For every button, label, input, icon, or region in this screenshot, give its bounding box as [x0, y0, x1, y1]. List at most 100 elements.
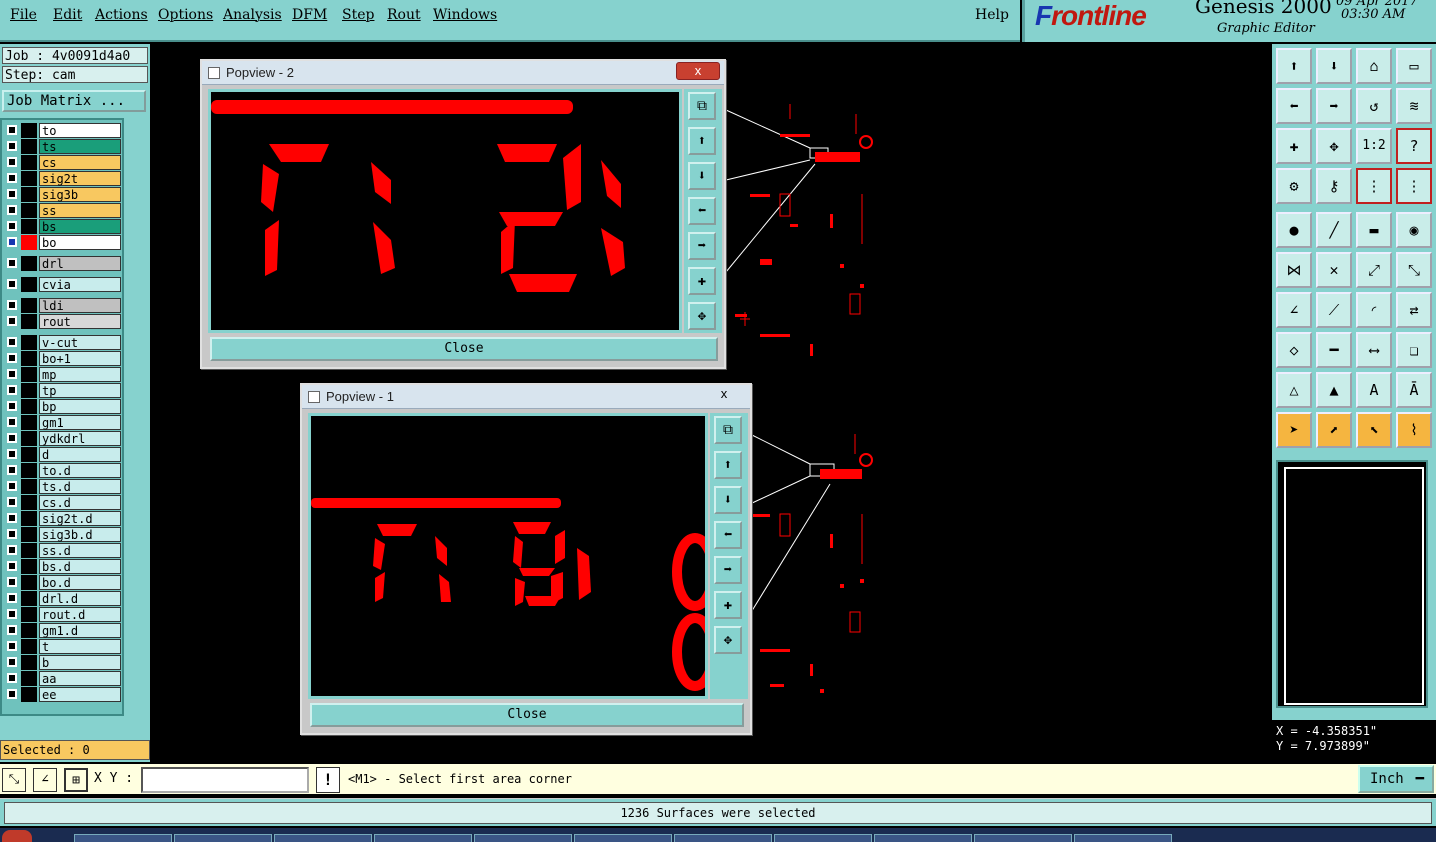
layer-row[interactable]: sig3b.d [5, 527, 121, 542]
layer-color-swatch[interactable] [21, 559, 37, 574]
layer-checkbox[interactable] [7, 465, 17, 475]
layer-color-swatch[interactable] [21, 171, 37, 186]
layer-row[interactable]: ldi [5, 298, 121, 313]
pointer-select-icon[interactable]: ⬈ [1316, 412, 1352, 448]
menu-dfm[interactable]: DFM [292, 7, 327, 23]
layer-color-swatch[interactable] [21, 623, 37, 638]
layer-color-swatch[interactable] [21, 591, 37, 606]
move-pad-icon[interactable]: ⤡ [1396, 252, 1432, 288]
graphic-canvas[interactable]: Popview - 2 x ⧉ ⬆ ⬇ ⬅ ➡ ✚ ✥ Close Popvie… [150, 44, 1272, 762]
layer-color-swatch[interactable] [21, 187, 37, 202]
layer-row[interactable]: mp [5, 367, 121, 382]
popview-1-close-button[interactable]: Close [310, 703, 744, 727]
redraw-icon[interactable]: ≋ [1396, 88, 1432, 124]
zoom-out-icon[interactable]: ✥ [714, 626, 742, 654]
layer-row[interactable]: to [5, 123, 121, 138]
layer-checkbox[interactable] [7, 673, 17, 683]
layer-checkbox[interactable] [7, 497, 17, 507]
pointer-icon[interactable]: ➤ [1276, 412, 1312, 448]
dimension-icon[interactable]: ⟷ [1356, 332, 1392, 368]
zoom-window-icon[interactable]: ⧉ [688, 92, 716, 120]
popview-2-screen[interactable] [208, 89, 682, 333]
layer-checkbox[interactable] [7, 157, 17, 167]
layer-color-swatch[interactable] [21, 351, 37, 366]
layer-checkbox[interactable] [7, 205, 17, 215]
mirror-icon[interactable]: ⇄ [1396, 292, 1432, 328]
popview-1-x-button[interactable]: x [702, 386, 746, 404]
text-a-icon[interactable]: A [1356, 372, 1392, 408]
taskbar-item[interactable] [1074, 834, 1172, 842]
layer-name[interactable]: cs.d [39, 495, 121, 510]
pan-left-icon[interactable]: ⬅ [714, 521, 742, 549]
layer-checkbox[interactable] [7, 385, 17, 395]
layer-checkbox[interactable] [7, 609, 17, 619]
layer-color-swatch[interactable] [21, 415, 37, 430]
taskbar-item[interactable] [874, 834, 972, 842]
layer-row[interactable]: gm1.d [5, 623, 121, 638]
slant-line-icon[interactable]: ⟋ [1316, 292, 1352, 328]
zoom-back-icon[interactable]: ↺ [1356, 88, 1392, 124]
layer-row[interactable]: cvia [5, 277, 121, 292]
layer-checkbox[interactable] [7, 689, 17, 699]
menu-help[interactable]: Help [975, 7, 1009, 23]
copy-icon[interactable]: ❏ [1396, 332, 1432, 368]
layer-name[interactable]: drl.d [39, 591, 121, 606]
layer-color-swatch[interactable] [21, 335, 37, 350]
measure-icon[interactable]: ⚙ [1276, 168, 1312, 204]
add-line-icon[interactable]: ╱ [1316, 212, 1352, 248]
zoom-out-icon[interactable]: ✥ [1316, 128, 1352, 164]
layer-color-swatch[interactable] [21, 543, 37, 558]
layer-checkbox[interactable] [7, 577, 17, 587]
text-a-2-icon[interactable]: Ā [1396, 372, 1432, 408]
pan-down-icon[interactable]: ⬇ [1316, 48, 1352, 84]
layer-checkbox[interactable] [7, 125, 17, 135]
start-button-icon[interactable] [2, 830, 32, 842]
layer-row[interactable]: ee [5, 687, 121, 702]
layer-name[interactable]: d [39, 447, 121, 462]
layer-name[interactable]: ss [39, 203, 121, 218]
layer-checkbox[interactable] [7, 337, 17, 347]
layer-name[interactable]: ts.d [39, 479, 121, 494]
layer-row[interactable]: cs [5, 155, 121, 170]
layer-name[interactable]: tp [39, 383, 121, 398]
layer-checkbox[interactable] [7, 481, 17, 491]
job-matrix-button[interactable]: Job Matrix ... [2, 90, 146, 112]
zoom-in-icon[interactable]: ✚ [714, 591, 742, 619]
layer-toggle-icon[interactable]: ⋮ [1356, 168, 1392, 204]
layer-color-swatch[interactable] [21, 607, 37, 622]
layer-checkbox[interactable] [7, 641, 17, 651]
layer-checkbox[interactable] [7, 369, 17, 379]
pan-down-icon[interactable]: ⬇ [688, 162, 716, 190]
layer-color-swatch[interactable] [21, 447, 37, 462]
layer-checkbox[interactable] [7, 449, 17, 459]
layer-name[interactable]: b [39, 655, 121, 670]
layer-row[interactable]: bo [5, 235, 121, 250]
layer-name[interactable]: ts [39, 139, 121, 154]
ruler-icon[interactable]: ▬ [1356, 212, 1392, 248]
help-icon[interactable]: ? [1396, 128, 1432, 164]
layer-checkbox[interactable] [7, 189, 17, 199]
pan-right-icon[interactable]: ➡ [714, 556, 742, 584]
layer-checkbox[interactable] [7, 401, 17, 411]
home-icon[interactable]: ⌂ [1356, 48, 1392, 84]
layer-name[interactable]: rout [39, 314, 121, 329]
layer-color-swatch[interactable] [21, 235, 37, 250]
layer-checkbox[interactable] [7, 141, 17, 151]
layer-color-swatch[interactable] [21, 203, 37, 218]
snap-mode-icon[interactable]: ⤡ [2, 768, 26, 792]
select-point-icon[interactable]: ◉ [1396, 212, 1432, 248]
layer-name[interactable]: sig3b [39, 187, 121, 202]
layer-row[interactable]: t [5, 639, 121, 654]
pan-right-icon[interactable]: ➡ [688, 232, 716, 260]
zoom-in-icon[interactable]: ✚ [1276, 128, 1312, 164]
zoom-out-icon[interactable]: ✥ [688, 302, 716, 330]
route-icon[interactable]: ⌇ [1396, 412, 1432, 448]
zoom-in-icon[interactable]: ✚ [688, 267, 716, 295]
pan-up-icon[interactable]: ⬆ [714, 451, 742, 479]
layer-checkbox[interactable] [7, 221, 17, 231]
pan-up-icon[interactable]: ⬆ [1276, 48, 1312, 84]
move-point-icon[interactable]: ⤢ [1356, 252, 1392, 288]
layer-checkbox[interactable] [7, 258, 17, 268]
node-edit-icon[interactable]: ⋈ [1276, 252, 1312, 288]
layer-color-swatch[interactable] [21, 479, 37, 494]
